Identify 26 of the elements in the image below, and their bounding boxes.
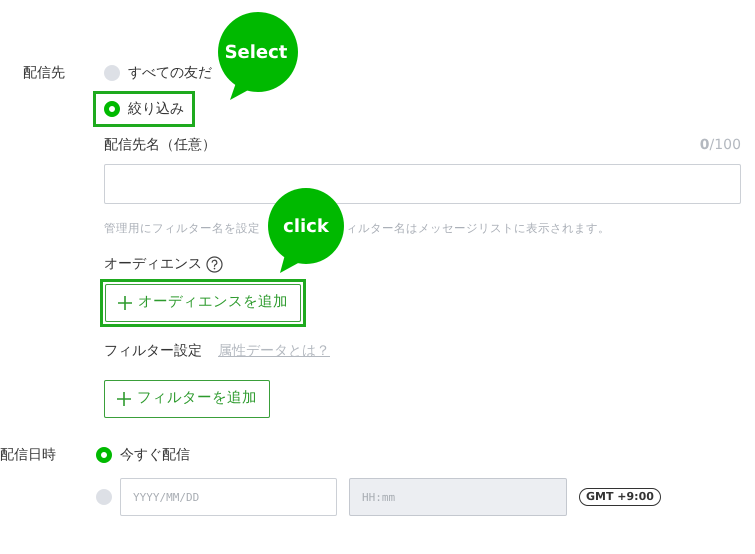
plus-icon xyxy=(117,392,131,406)
character-counter: 0/100 xyxy=(700,136,741,155)
add-filter-button[interactable]: フィルターを追加 xyxy=(104,380,270,418)
radio-button[interactable] xyxy=(104,101,120,117)
plus-icon xyxy=(118,296,132,310)
field-label: 配信先名（任意） xyxy=(104,136,216,155)
radio-label: 今すぐ配信 xyxy=(120,446,190,465)
add-audience-button[interactable]: オーディエンスを追加 xyxy=(105,284,301,322)
hint-text: ィルター名はメッセージリストに表示されます。 xyxy=(346,220,610,237)
radio-button[interactable] xyxy=(96,447,112,464)
date-field[interactable]: YYYY/MM/DD xyxy=(120,478,337,516)
timezone-badge: GMT +9:00 xyxy=(579,488,661,506)
field-label: フィルター設定 xyxy=(104,342,202,362)
callout-text: click xyxy=(282,215,330,239)
section-label: 配信先 xyxy=(23,64,66,83)
field-label: オーディエンス xyxy=(104,255,202,274)
radio-button[interactable] xyxy=(104,65,120,81)
help-link[interactable]: 属性データとは？ xyxy=(218,341,330,362)
callout-text: Select xyxy=(224,41,288,65)
radio-label: すべての友だ xyxy=(128,64,212,82)
help-icon[interactable] xyxy=(206,256,223,274)
hint-text: 管理用にフィルター名を設定 xyxy=(104,220,260,237)
radio-label: 絞り込み xyxy=(128,100,184,118)
text-field[interactable] xyxy=(104,164,741,204)
radio-button[interactable] xyxy=(96,489,112,506)
section-label: 配信日時 xyxy=(0,446,57,466)
